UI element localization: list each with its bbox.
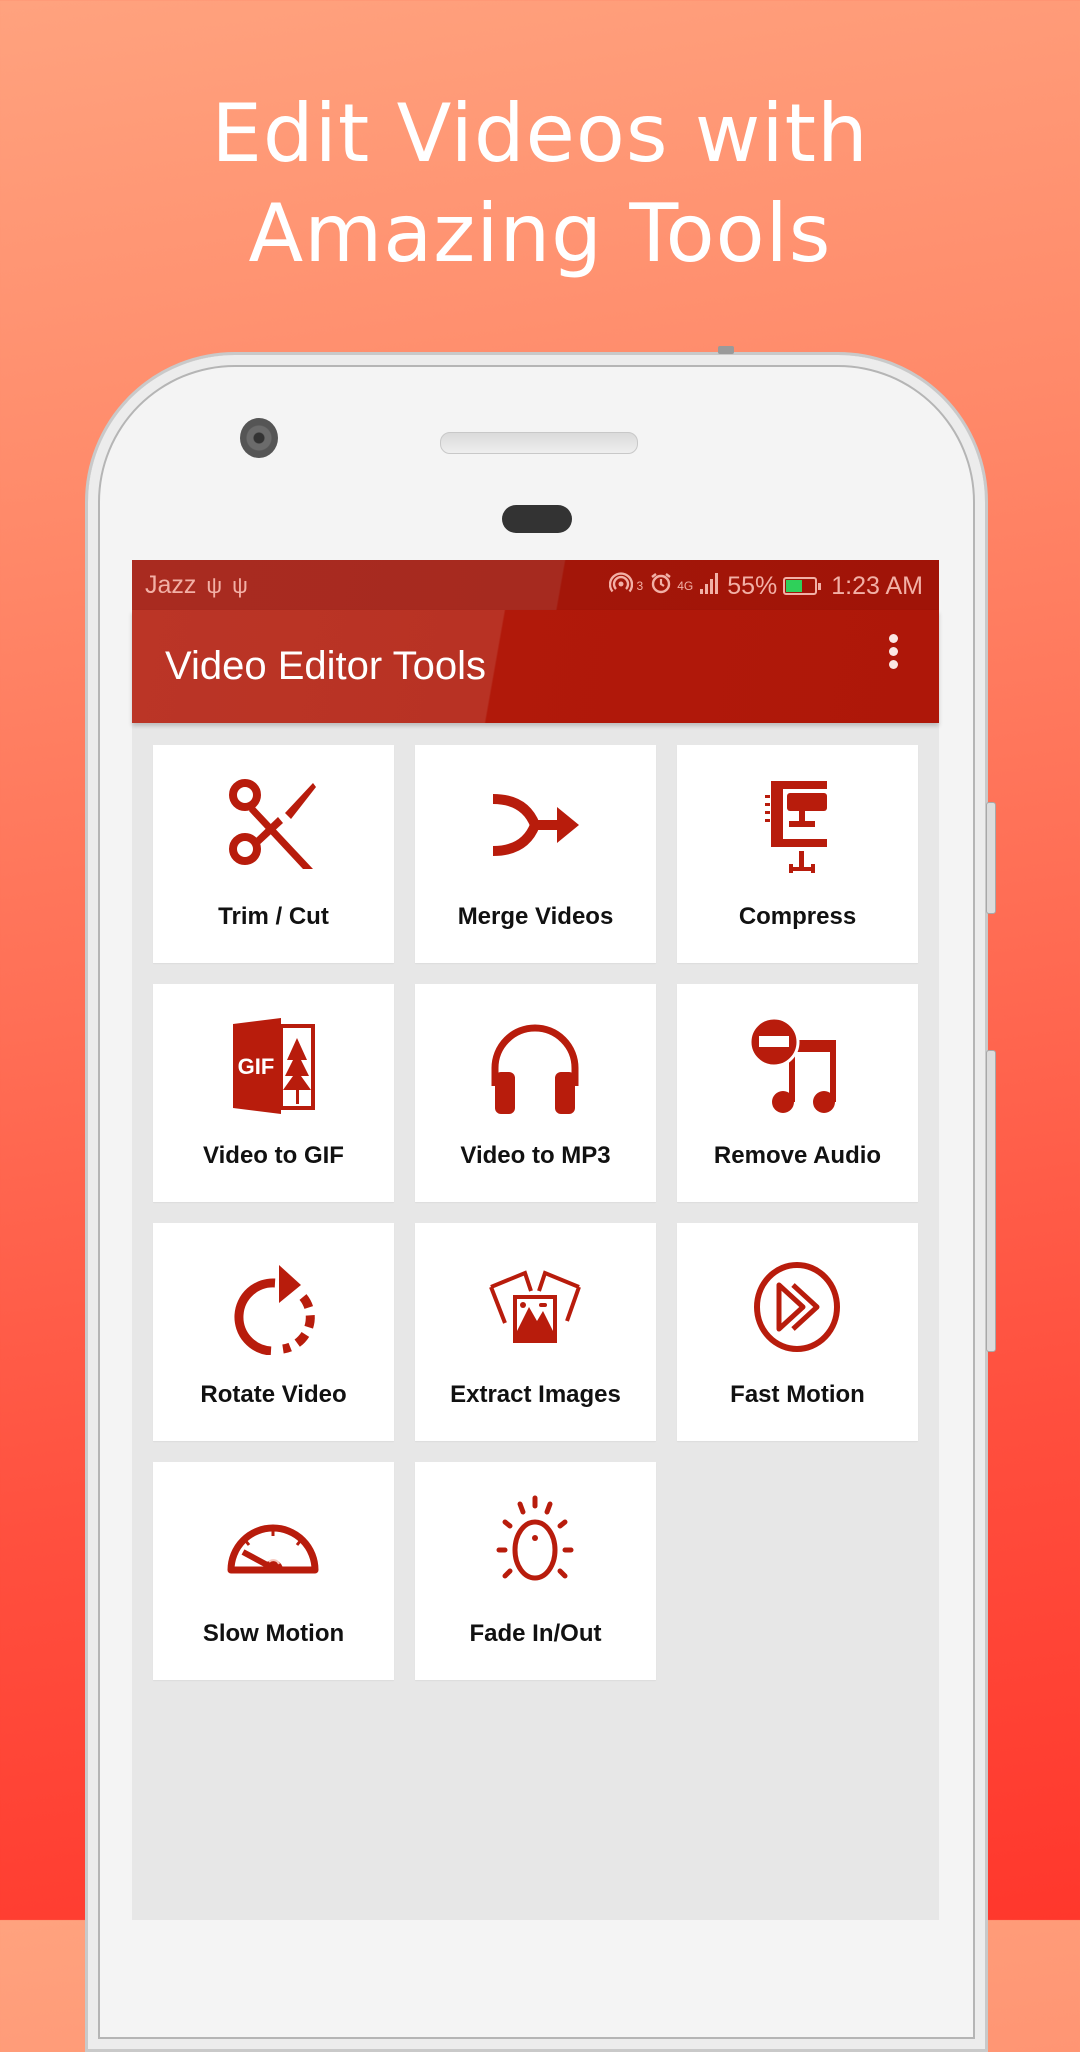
tool-fast-motion[interactable]: Fast Motion: [677, 1223, 918, 1441]
tool-extract-images[interactable]: Extract Images: [415, 1223, 656, 1441]
more-vert-icon: [889, 634, 898, 643]
tool-trim-cut[interactable]: Trim / Cut: [153, 745, 394, 963]
more-options-button[interactable]: [880, 632, 906, 696]
tool-label: Fast Motion: [730, 1381, 865, 1408]
headphones-icon: [491, 1024, 579, 1114]
tool-label: Video to MP3: [460, 1142, 611, 1169]
phone-power-button: [986, 802, 996, 914]
tool-label: Rotate Video: [200, 1381, 347, 1408]
more-vert-icon-dot: [889, 660, 898, 669]
phone-volume-button: [986, 1050, 996, 1352]
carrier-name: Jazz: [145, 571, 197, 599]
tool-label: Merge Videos: [457, 903, 614, 930]
hotspot-icon: [608, 571, 633, 601]
usb-icon: ψ: [232, 572, 248, 598]
tool-label: Remove Audio: [713, 1142, 882, 1169]
phone-screen: Jazz ψ ψ 3 4G 55% 1:23 AM Video Editor T…: [132, 560, 939, 1920]
clamp-icon: [765, 781, 827, 873]
network-type: 4G: [677, 579, 694, 593]
proximity-sensor: [502, 505, 572, 533]
alarm-icon: [649, 571, 673, 601]
speedometer-icon: [227, 1524, 319, 1574]
scissors-icon: [229, 779, 316, 869]
tool-label: Slow Motion: [202, 1620, 345, 1647]
merge-arrow-icon: [492, 794, 579, 856]
music-note-remove-icon: [748, 1016, 836, 1113]
usb-icon: ψ: [206, 572, 223, 598]
battery-percent: 55%: [727, 571, 778, 600]
headline-line-2: Amazing Tools: [248, 187, 832, 280]
promo-headline: Edit Videos with Amazing Tools: [0, 84, 1080, 284]
tool-label: Extract Images: [450, 1381, 621, 1408]
tool-remove-audio[interactable]: Remove Audio: [677, 984, 918, 1202]
tool-video-to-gif[interactable]: GIF Video to GIF: [153, 984, 394, 1202]
tools-grid: Trim / Cut Merge Videos Compress GIF Vid…: [153, 745, 918, 1680]
earpiece-speaker: [440, 432, 638, 454]
app-title: Video Editor Tools: [165, 644, 486, 688]
svg-text:GIF: GIF: [238, 1054, 275, 1079]
tool-label: Fade In/Out: [469, 1620, 602, 1647]
phone-power-port: [718, 346, 734, 354]
tool-slow-motion[interactable]: Slow Motion: [153, 1462, 394, 1680]
tool-video-to-mp3[interactable]: Video to MP3: [415, 984, 656, 1202]
brightness-icon: [496, 1495, 574, 1581]
clock: 1:23 AM: [831, 571, 923, 600]
gif-icon: GIF: [233, 1018, 315, 1114]
tool-compress[interactable]: Compress: [677, 745, 918, 963]
rotate-icon: [234, 1265, 315, 1355]
tool-label: Video to GIF: [203, 1142, 344, 1169]
hotspot-count: 3: [636, 579, 644, 593]
tool-label: Trim / Cut: [218, 903, 329, 930]
headline-line-1: Edit Videos with: [211, 87, 869, 180]
signal-icon: [699, 571, 721, 601]
battery-charging-icon: [783, 577, 822, 595]
more-vert-icon-dot: [889, 647, 898, 656]
tool-rotate-video[interactable]: Rotate Video: [153, 1223, 394, 1441]
status-bar: Jazz ψ ψ 3 4G 55% 1:23 AM: [132, 560, 939, 610]
front-camera: [240, 418, 278, 458]
tool-label: Compress: [738, 903, 857, 930]
images-icon: [489, 1270, 581, 1343]
tool-merge-videos[interactable]: Merge Videos: [415, 745, 656, 963]
tool-fade-in-out[interactable]: Fade In/Out: [415, 1462, 656, 1680]
app-bar: Video Editor Tools: [132, 610, 939, 723]
fast-forward-icon: [754, 1262, 840, 1352]
